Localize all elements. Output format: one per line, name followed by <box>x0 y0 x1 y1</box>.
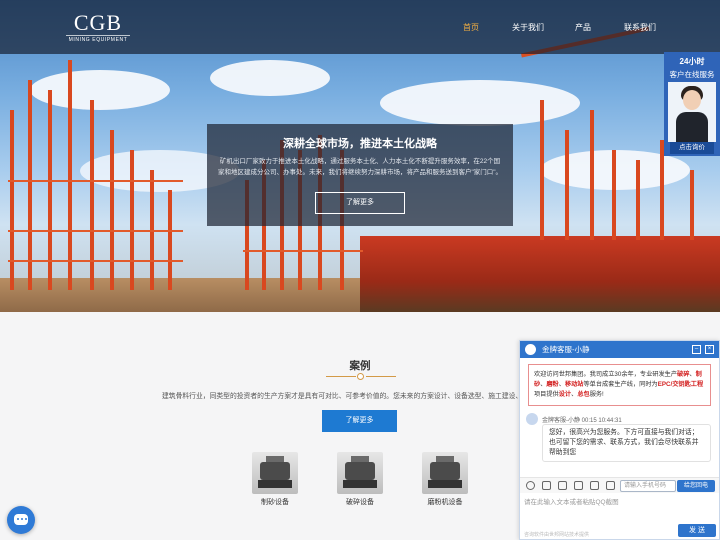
steel-column <box>168 190 172 290</box>
cloud <box>380 80 580 126</box>
title-divider-dot <box>357 373 364 380</box>
agent-avatar <box>526 413 538 425</box>
emoji-icon[interactable] <box>526 481 535 490</box>
steel-beam <box>8 180 183 182</box>
nav-products[interactable]: 产品 <box>575 22 591 33</box>
history-icon[interactable] <box>606 481 615 490</box>
file-icon[interactable] <box>542 481 551 490</box>
product-label: 制砂设备 <box>261 499 289 506</box>
hero-banner: CGB MINING EQUIPMENT 首页 关于我们 产品 联系我们 深耕全… <box>0 0 720 312</box>
product-sand-making[interactable]: 制砂设备 <box>248 452 302 507</box>
title-divider <box>326 376 356 377</box>
screenshot-icon[interactable] <box>574 481 583 490</box>
title-divider <box>366 376 396 377</box>
highlighted-keyword: 总包 <box>577 391 590 398</box>
chat-header: 金牌客服-小静 – × <box>520 341 719 358</box>
nav-contact[interactable]: 联系我们 <box>624 22 656 33</box>
agent-avatar <box>525 344 536 355</box>
highlighted-keyword: 设计 <box>558 391 572 398</box>
service-label: 客户在线服务 <box>669 70 715 79</box>
hero-learn-more-button[interactable]: 了解更多 <box>315 192 405 214</box>
hero-text: 矿机出口厂家致力于推进本土化战略，通过服务本土化、人力本土化不断提升服务效率，在… <box>217 158 503 176</box>
highlighted-keyword: 破碎 <box>677 371 690 378</box>
message-text: 您好，很高兴为您服务。下方可直接与我们对话；也可留下您的需求、联系方式，我们会尽… <box>542 424 711 462</box>
section-description: 建筑骨料行业，同类型的投资者的生产方案才是具有可对比、可参考价值的。您未来的方案… <box>162 393 522 400</box>
cases-learn-more-button[interactable]: 了解更多 <box>322 410 397 432</box>
online-service-widget[interactable]: 24小时 客户在线服务 点击询价 <box>664 52 720 156</box>
highlighted-keyword: EPC/交钥匙工程 <box>657 381 704 388</box>
send-button[interactable]: 发 送 <box>678 524 716 537</box>
hero-title: 深耕全球市场，推进本土化战略 <box>283 138 437 150</box>
intro-text: 服务! <box>589 391 604 398</box>
chat-footer: 咨询软件由世邦网站技术提供 <box>524 532 590 538</box>
highlighted-keyword: 磨粉 <box>546 381 559 388</box>
steel-column <box>690 170 694 240</box>
steel-column <box>110 130 114 290</box>
callback-button[interactable]: 给您回电 <box>677 480 715 492</box>
steel-column <box>590 110 594 240</box>
intro-text: 等单台成套生产线，同时为 <box>583 381 658 388</box>
service-hours: 24小时 <box>679 57 705 66</box>
hero-info-box: 深耕全球市场，推进本土化战略 矿机出口厂家致力于推进本土化战略，通过服务本土化、… <box>207 124 513 226</box>
minimize-icon[interactable]: – <box>692 345 701 354</box>
chat-window[interactable]: 金牌客服-小静 – × 欢迎访问世邦集团。我司成立30余年，专业研发生产破碎、制… <box>519 340 720 540</box>
inquiry-button[interactable]: 点击询价 <box>670 142 714 154</box>
sand-machine-icon <box>252 452 298 494</box>
chat-bubble-button[interactable] <box>7 506 35 534</box>
service-agent-avatar <box>668 82 716 142</box>
steel-column <box>565 130 569 240</box>
steel-column <box>10 110 14 290</box>
product-crusher[interactable]: 破碎设备 <box>333 452 387 507</box>
chat-toolbar: 请输入手机号码 给您回电 <box>520 477 719 493</box>
construction-platform <box>360 236 720 312</box>
cloud <box>210 60 330 96</box>
steel-beam <box>243 250 363 252</box>
mill-icon <box>422 452 468 494</box>
image-icon[interactable] <box>558 481 567 490</box>
close-icon[interactable]: × <box>705 345 714 354</box>
message-meta: 金牌客服-小静 00:15 10:44:31 <box>542 415 622 424</box>
steel-column <box>612 150 616 240</box>
highlighted-keyword: 移动站 <box>564 381 584 388</box>
product-label: 破碎设备 <box>346 499 374 506</box>
top-navbar: CGB MINING EQUIPMENT 首页 关于我们 产品 联系我们 <box>0 0 720 54</box>
logo-subtext: MINING EQUIPMENT <box>66 35 130 44</box>
nav-about[interactable]: 关于我们 <box>512 22 544 33</box>
chat-agent-name: 金牌客服-小静 <box>542 345 590 354</box>
steel-column <box>540 100 544 240</box>
cgb-logo[interactable]: CGB MINING EQUIPMENT <box>66 12 130 44</box>
logo-text: CGB <box>73 10 123 35</box>
intro-text: 欢迎访问世邦集团。我司成立30余年，专业研发生产 <box>534 371 678 378</box>
steel-beam <box>8 260 183 262</box>
steel-column <box>636 160 640 240</box>
product-mill[interactable]: 磨粉机设备 <box>418 452 472 507</box>
steel-column <box>68 60 72 290</box>
steel-column <box>28 80 32 290</box>
section-title: 案例 <box>349 360 371 372</box>
phone-input[interactable]: 请输入手机号码 <box>620 480 676 492</box>
intro-text: 项目提供 <box>534 391 559 398</box>
chat-welcome-notice: 欢迎访问世邦集团。我司成立30余年，专业研发生产破碎、制砂、磨粉、移动站等单台成… <box>528 364 711 406</box>
star-icon[interactable] <box>590 481 599 490</box>
nav-home[interactable]: 首页 <box>463 22 479 33</box>
steel-beam <box>8 230 183 232</box>
crusher-icon <box>337 452 383 494</box>
steel-column <box>130 150 134 290</box>
chat-message-input[interactable]: 请在此输入文本或者粘贴QQ截图 <box>524 496 714 506</box>
product-label: 磨粉机设备 <box>427 499 463 506</box>
